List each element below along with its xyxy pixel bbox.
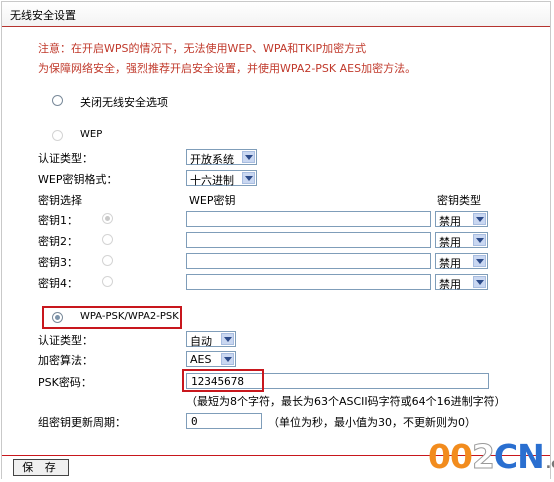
wep-key-format-label: WEP密钥格式： <box>38 173 118 186</box>
psk-password-label: PSK密码： <box>38 376 92 389</box>
security-recommend-note: 为保障网络安全，强烈推荐开启安全设置，并使用WPA2-PSK AES加密方法。 <box>38 62 417 75</box>
chevron-down-icon <box>473 213 486 225</box>
wpa-auth-type-select[interactable]: 自动 <box>186 331 236 348</box>
chevron-down-icon <box>473 276 486 288</box>
key1-input[interactable] <box>186 211 431 227</box>
wep-auth-type-select[interactable]: 开放系统 <box>186 149 257 166</box>
wep-key-column-header: WEP密钥 <box>189 194 236 207</box>
encryption-algorithm-select[interactable]: AES <box>186 351 236 367</box>
wep-radio[interactable] <box>52 130 63 141</box>
group-key-renew-label: 组密钥更新周期： <box>38 416 126 429</box>
wpa-auth-type-label: 认证类型： <box>38 334 93 347</box>
key1-radio[interactable] <box>102 213 113 224</box>
key2-label: 密钥2： <box>38 235 78 248</box>
wep-auth-type-value: 开放系统 <box>190 153 234 166</box>
key1-label: 密钥1： <box>38 214 78 227</box>
disable-security-label: 关闭无线安全选项 <box>80 96 168 109</box>
wpa-psk-radio[interactable] <box>52 312 63 323</box>
chevron-down-icon <box>221 353 234 365</box>
key4-type-select[interactable]: 禁用 <box>435 274 488 291</box>
key2-type-select[interactable]: 禁用 <box>435 232 488 249</box>
key1-type-select[interactable]: 禁用 <box>435 211 488 228</box>
key2-radio[interactable] <box>102 234 113 245</box>
psk-password-hint: （最短为8个字符，最长为63个ASCII码字符或64个16进制字符） <box>186 395 506 408</box>
disable-security-radio[interactable] <box>52 95 63 106</box>
key4-label: 密钥4： <box>38 277 78 290</box>
psk-password-highlight <box>182 369 264 392</box>
page-title: 无线安全设置 <box>10 9 76 22</box>
chevron-down-icon <box>221 333 234 345</box>
key3-type-select[interactable]: 禁用 <box>435 253 488 270</box>
key3-radio[interactable] <box>102 255 113 266</box>
key-type-column-header: 密钥类型 <box>437 194 481 207</box>
chevron-down-icon <box>473 255 486 267</box>
chevron-down-icon <box>473 234 486 246</box>
watermark-logo: 002CN.cn <box>428 437 554 477</box>
group-key-renew-hint: （单位为秒，最小值为30，不更新则为0） <box>268 416 476 429</box>
encryption-algorithm-label: 加密算法： <box>38 354 93 367</box>
key2-input[interactable] <box>186 232 431 248</box>
wep-label: WEP <box>80 129 103 140</box>
key4-input[interactable] <box>186 274 431 290</box>
group-key-renew-input[interactable]: 0 <box>186 413 262 429</box>
save-button[interactable]: 保 存 <box>13 459 69 476</box>
wep-key-format-select[interactable]: 十六进制 <box>186 170 257 187</box>
wep-auth-type-label: 认证类型： <box>38 152 93 165</box>
wps-warning-note: 注意：在开启WPS的情况下，无法使用WEP、WPA和TKIP加密方式 <box>38 42 367 55</box>
key4-radio[interactable] <box>102 276 113 287</box>
key3-label: 密钥3： <box>38 256 78 269</box>
wep-key-format-value: 十六进制 <box>190 174 234 187</box>
key3-input[interactable] <box>186 253 431 269</box>
key-select-column-header: 密钥选择 <box>38 194 82 207</box>
chevron-down-icon <box>242 151 255 163</box>
wpa-psk-label: WPA-PSK/WPA2-PSK <box>80 311 179 322</box>
chevron-down-icon <box>242 172 255 184</box>
title-bar: 无线安全设置 <box>2 2 550 27</box>
